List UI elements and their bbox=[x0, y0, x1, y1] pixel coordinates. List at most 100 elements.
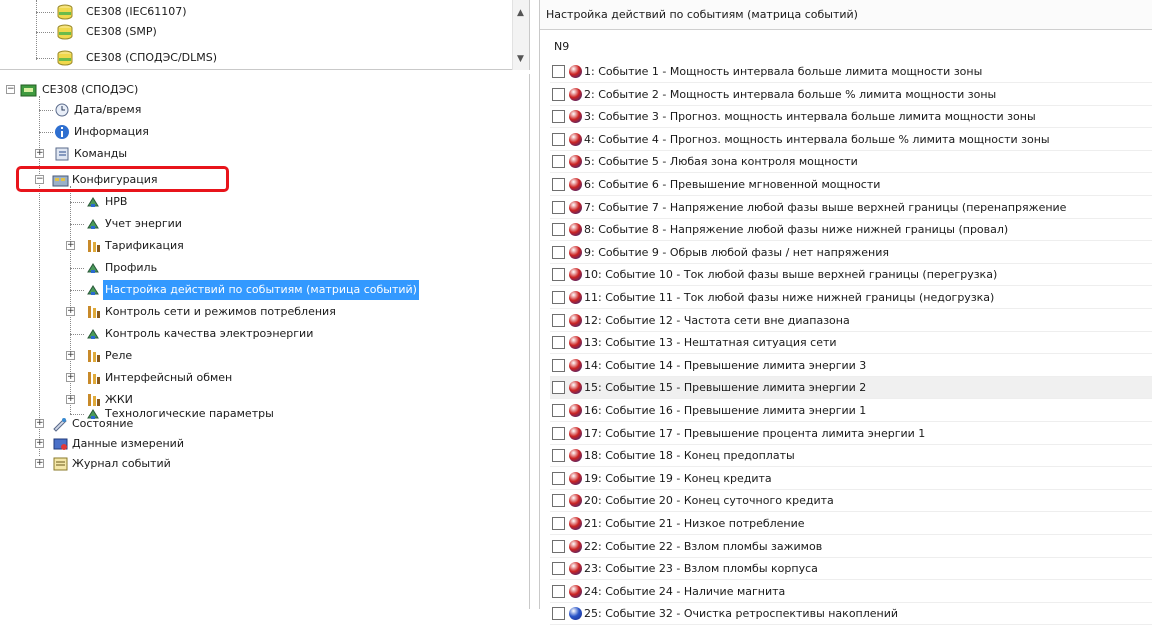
event-status-icon bbox=[569, 562, 582, 575]
event-checkbox[interactable] bbox=[552, 246, 565, 259]
event-row[interactable]: 17: Событие 17 - Превышение процента лим… bbox=[550, 423, 1152, 445]
event-row[interactable]: 2: Событие 2 - Мощность интервала больше… bbox=[550, 84, 1152, 106]
event-checkbox[interactable] bbox=[552, 65, 565, 78]
event-row[interactable]: 15: Событие 15 - Превышение лимита энерг… bbox=[550, 377, 1152, 399]
event-row[interactable]: 21: Событие 21 - Низкое потребление bbox=[550, 513, 1152, 535]
event-status-icon bbox=[569, 404, 582, 417]
event-row[interactable]: 19: Событие 19 - Конец кредита bbox=[550, 468, 1152, 490]
event-checkbox[interactable] bbox=[552, 155, 565, 168]
tree-root[interactable]: − CE308 (СПОДЭС) bbox=[0, 80, 400, 100]
device-list-scrollbar[interactable]: ▲ ▼ bbox=[512, 0, 529, 70]
tree-item-network-control[interactable]: + Контроль сети и режимов потребления bbox=[0, 302, 400, 322]
event-row[interactable]: 7: Событие 7 - Напряжение любой фазы выш… bbox=[550, 197, 1152, 219]
tree-item-label: Информация bbox=[74, 125, 149, 138]
setting-item-icon bbox=[87, 219, 99, 229]
tree-item-relay[interactable]: + Реле bbox=[0, 346, 400, 366]
event-row[interactable]: 24: Событие 24 - Наличие магнита bbox=[550, 581, 1152, 603]
event-checkbox[interactable] bbox=[552, 472, 565, 485]
event-row[interactable]: 25: Событие 32 - Очистка ретроспективы н… bbox=[550, 603, 1152, 625]
collapse-icon[interactable]: − bbox=[6, 85, 15, 94]
event-checkbox[interactable] bbox=[552, 336, 565, 349]
event-status-icon bbox=[569, 246, 582, 259]
event-checkbox[interactable] bbox=[552, 223, 565, 236]
expand-icon[interactable]: + bbox=[66, 395, 75, 404]
device-list-item[interactable]: CE308 (SMP) bbox=[0, 22, 500, 42]
setting-group-icon bbox=[88, 306, 100, 318]
event-label: 23: Событие 23 - Взлом пломбы корпуса bbox=[584, 562, 818, 575]
tree-item-label: Настройка действий по событиям (матрица … bbox=[103, 280, 419, 300]
tree-item-information[interactable]: Информация bbox=[0, 122, 400, 142]
event-row[interactable]: 12: Событие 12 - Частота сети вне диапаз… bbox=[550, 310, 1152, 332]
event-status-icon bbox=[569, 427, 582, 440]
scroll-up-icon[interactable]: ▲ bbox=[517, 8, 524, 18]
tree-item-profile[interactable]: Профиль bbox=[0, 258, 400, 278]
tree-item-power-quality[interactable]: Контроль качества электроэнергии bbox=[0, 324, 400, 344]
expand-icon[interactable]: + bbox=[66, 307, 75, 316]
event-checkbox[interactable] bbox=[552, 540, 565, 553]
event-checkbox[interactable] bbox=[552, 88, 565, 101]
event-checkbox[interactable] bbox=[552, 291, 565, 304]
event-row[interactable]: 5: Событие 5 - Любая зона контроля мощно… bbox=[550, 151, 1152, 173]
event-checkbox[interactable] bbox=[552, 314, 565, 327]
event-checkbox[interactable] bbox=[552, 494, 565, 507]
tree-item-event-log[interactable]: + Журнал событий bbox=[0, 454, 400, 474]
tree-item-interface-exchange[interactable]: + Интерфейсный обмен bbox=[0, 368, 400, 388]
event-checkbox[interactable] bbox=[552, 517, 565, 530]
event-checkbox[interactable] bbox=[552, 201, 565, 214]
tree-item-commands[interactable]: + Команды bbox=[0, 144, 400, 164]
event-label: 13: Событие 13 - Нештатная ситуация сети bbox=[584, 336, 837, 349]
expand-icon[interactable]: + bbox=[35, 419, 44, 428]
event-row[interactable]: 3: Событие 3 - Прогноз. мощность интерва… bbox=[550, 106, 1152, 128]
scroll-down-icon[interactable]: ▼ bbox=[517, 54, 524, 64]
event-label: 7: Событие 7 - Напряжение любой фазы выш… bbox=[584, 201, 1067, 214]
event-checkbox[interactable] bbox=[552, 110, 565, 123]
event-row[interactable]: 20: Событие 20 - Конец суточного кредита bbox=[550, 490, 1152, 512]
expand-icon[interactable]: + bbox=[35, 459, 44, 468]
event-checkbox[interactable] bbox=[552, 404, 565, 417]
tree-item-energy-accounting[interactable]: Учет энергии bbox=[0, 214, 400, 234]
tree-item-tariffication[interactable]: + Тарификация bbox=[0, 236, 400, 256]
event-row[interactable]: 10: Событие 10 - Ток любой фазы выше вер… bbox=[550, 264, 1152, 286]
event-checkbox[interactable] bbox=[552, 585, 565, 598]
event-row[interactable]: 6: Событие 6 - Превышение мгновенной мощ… bbox=[550, 174, 1152, 196]
event-checkbox[interactable] bbox=[552, 133, 565, 146]
tree-item-event-matrix[interactable]: Настройка действий по событиям (матрица … bbox=[0, 280, 480, 300]
event-row[interactable]: 22: Событие 22 - Взлом пломбы зажимов bbox=[550, 536, 1152, 558]
event-row[interactable]: 1: Событие 1 - Мощность интервала больше… bbox=[550, 61, 1152, 83]
event-label: 6: Событие 6 - Превышение мгновенной мощ… bbox=[584, 178, 881, 191]
event-row[interactable]: 13: Событие 13 - Нештатная ситуация сети bbox=[550, 332, 1152, 354]
event-checkbox[interactable] bbox=[552, 427, 565, 440]
device-list-item[interactable]: CE308 (СПОДЭС/DLMS) bbox=[0, 48, 500, 68]
event-row[interactable]: 18: Событие 18 - Конец предоплаты bbox=[550, 445, 1152, 467]
event-checkbox[interactable] bbox=[552, 359, 565, 372]
event-label: 21: Событие 21 - Низкое потребление bbox=[584, 517, 805, 530]
tree-item-measurements[interactable]: + Данные измерений bbox=[0, 434, 400, 454]
event-row[interactable]: 8: Событие 8 - Напряжение любой фазы ниж… bbox=[550, 219, 1152, 241]
tree-item-hpb[interactable]: HPB bbox=[0, 192, 400, 212]
tree-item-date-time[interactable]: Дата/время bbox=[0, 100, 400, 120]
expand-icon[interactable]: + bbox=[35, 439, 44, 448]
event-checkbox[interactable] bbox=[552, 178, 565, 191]
event-checkbox[interactable] bbox=[552, 268, 565, 281]
tree-item-state[interactable]: + Состояние bbox=[0, 414, 400, 434]
state-icon bbox=[53, 418, 67, 432]
expand-icon[interactable]: + bbox=[66, 373, 75, 382]
event-row[interactable]: 9: Событие 9 - Обрыв любой фазы / нет на… bbox=[550, 242, 1152, 264]
event-row[interactable]: 14: Событие 14 - Превышение лимита энерг… bbox=[550, 355, 1152, 377]
expand-icon[interactable]: + bbox=[66, 351, 75, 360]
event-status-icon bbox=[569, 336, 582, 349]
event-row[interactable]: 4: Событие 4 - Прогноз. мощность интерва… bbox=[550, 129, 1152, 151]
expand-icon[interactable]: + bbox=[35, 149, 44, 158]
event-checkbox[interactable] bbox=[552, 381, 565, 394]
tree-item-label: Команды bbox=[74, 147, 128, 160]
expand-icon[interactable]: + bbox=[66, 241, 75, 250]
event-row[interactable]: 16: Событие 16 - Превышение лимита энерг… bbox=[550, 400, 1152, 422]
event-label: 2: Событие 2 - Мощность интервала больше… bbox=[584, 88, 997, 101]
device-list-item[interactable]: CE308 (IEC61107) bbox=[0, 2, 500, 22]
event-status-icon bbox=[569, 381, 582, 394]
tree-item-label: Данные измерений bbox=[72, 437, 184, 450]
event-row[interactable]: 11: Событие 11 - Ток любой фазы ниже ниж… bbox=[550, 287, 1152, 309]
event-checkbox[interactable] bbox=[552, 449, 565, 462]
event-checkbox[interactable] bbox=[552, 562, 565, 575]
event-row[interactable]: 23: Событие 23 - Взлом пломбы корпуса bbox=[550, 558, 1152, 580]
